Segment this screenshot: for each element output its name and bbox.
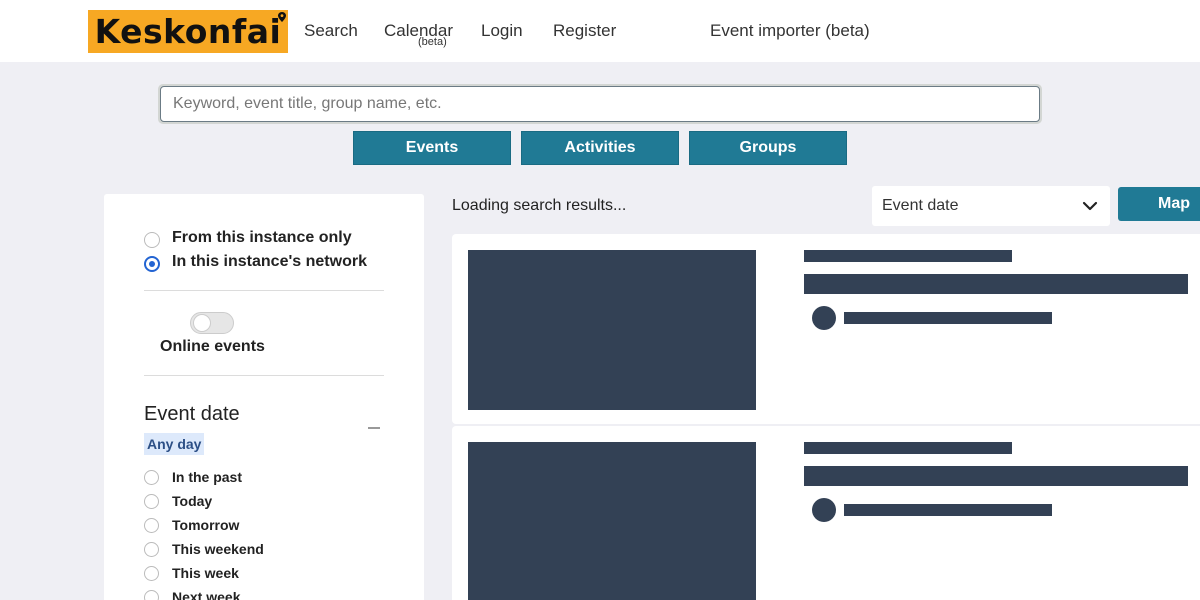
date-label-past: In the past <box>172 469 243 485</box>
online-events-label: Online events <box>160 338 265 355</box>
activities-tab-button[interactable]: Activities <box>521 131 679 165</box>
date-label-tomorrow: Tomorrow <box>172 517 240 533</box>
date-radio-this-week[interactable] <box>144 566 159 581</box>
skeleton-avatar <box>812 498 836 522</box>
skeleton-image <box>468 250 756 410</box>
divider <box>144 290 384 291</box>
date-radio-tomorrow[interactable] <box>144 518 159 533</box>
date-radio-next-week[interactable] <box>144 590 159 600</box>
sort-selected-value: Event date <box>882 197 959 214</box>
date-label-this-week: This week <box>172 565 239 581</box>
filter-sidebar: From this instance only In this instance… <box>104 194 424 600</box>
scope-radio-instance[interactable] <box>144 232 160 248</box>
groups-tab-button[interactable]: Groups <box>689 131 847 165</box>
results-status: Loading search results... <box>452 197 627 214</box>
event-date-title: Event date <box>144 403 240 425</box>
nav-register[interactable]: Register <box>553 21 616 41</box>
result-card-skeleton <box>452 234 1200 424</box>
skeleton-line <box>844 312 1052 324</box>
logo[interactable]: Keskonfai <box>88 10 288 53</box>
skeleton-line <box>804 442 1012 454</box>
nav-login[interactable]: Login <box>481 21 523 41</box>
toggle-knob <box>193 314 211 332</box>
skeleton-title <box>804 466 1188 486</box>
calendar-beta-badge: (beta) <box>418 36 447 48</box>
map-button[interactable]: Map <box>1118 187 1200 221</box>
scope-label-network: In this instance's network <box>172 253 367 270</box>
top-header: Keskonfai Search Calendar (beta) Login R… <box>0 0 1200 62</box>
date-label-weekend: This weekend <box>172 541 264 557</box>
skeleton-image <box>468 442 756 600</box>
skeleton-avatar <box>812 306 836 330</box>
map-pin-icon <box>278 12 286 22</box>
date-radio-weekend[interactable] <box>144 542 159 557</box>
skeleton-title <box>804 274 1188 294</box>
online-events-toggle[interactable] <box>190 312 234 334</box>
date-radio-today[interactable] <box>144 494 159 509</box>
search-box <box>158 84 1042 124</box>
date-radio-past[interactable] <box>144 470 159 485</box>
chevron-down-icon <box>1082 201 1098 211</box>
result-card-skeleton <box>452 426 1200 600</box>
collapse-icon[interactable] <box>368 427 380 429</box>
selected-date-badge: Any day <box>144 433 205 455</box>
sort-select[interactable]: Event date <box>872 186 1110 226</box>
skeleton-line <box>844 504 1052 516</box>
skeleton-line <box>804 250 1012 262</box>
scope-label-instance: From this instance only <box>172 229 352 246</box>
nav-search[interactable]: Search <box>304 21 358 41</box>
date-label-next-week: Next week <box>172 589 241 600</box>
scope-radio-network[interactable] <box>144 256 160 272</box>
date-label-today: Today <box>172 493 213 509</box>
nav-event-importer[interactable]: Event importer (beta) <box>710 21 870 41</box>
search-input[interactable] <box>160 86 1040 122</box>
divider <box>144 375 384 376</box>
events-tab-button[interactable]: Events <box>353 131 511 165</box>
logo-text: Keskonfai <box>94 12 282 51</box>
